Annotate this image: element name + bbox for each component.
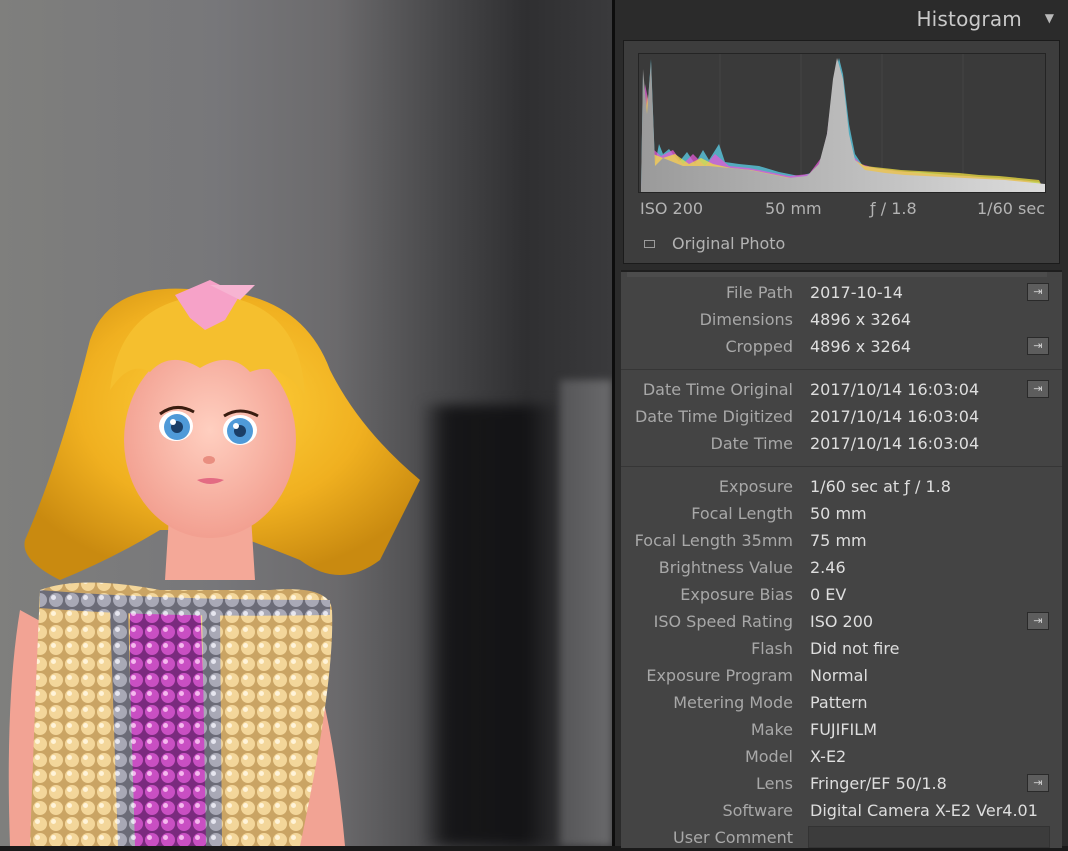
metadata-label: Focal Length: [691, 504, 793, 523]
right-panel: Histogram ▼ ISO 200 50 mm ƒ / 1.8 1/60 s…: [612, 0, 1068, 848]
metadata-label: Date Time: [710, 434, 793, 453]
arrow-right-icon[interactable]: ⇥: [1027, 774, 1049, 792]
metadata-label: Flash: [751, 639, 793, 658]
metadata-row-file-path: File Path 2017-10-14 ⇥: [621, 279, 1062, 306]
metadata-label: Exposure Program: [646, 666, 793, 685]
metadata-label: Model: [744, 747, 793, 766]
metadata-value: FUJIFILM: [810, 720, 877, 739]
metadata-row-cropped: Cropped 4896 x 3264 ⇥: [621, 333, 1062, 360]
metadata-value: Digital Camera X-E2 Ver4.01: [810, 801, 1038, 820]
arrow-right-icon[interactable]: ⇥: [1027, 283, 1049, 301]
metadata-value: 0 EV: [810, 585, 847, 604]
metadata-divider: [621, 369, 1062, 370]
metadata-label: Cropped: [725, 337, 794, 356]
metadata-value: 1/60 sec at ƒ / 1.8: [810, 477, 951, 496]
metadata-value: Did not fire: [810, 639, 900, 658]
metadata-label: Exposure Bias: [680, 585, 793, 604]
metadata-row-focal-length-35mm: Focal Length 35mm 75 mm: [621, 527, 1062, 554]
metadata-label: Lens: [756, 774, 793, 793]
metadata-label: Focal Length 35mm: [634, 531, 793, 550]
metadata-label: User Comment: [673, 828, 793, 847]
metadata-value: ISO 200: [810, 612, 874, 631]
metadata-row-software: Software Digital Camera X-E2 Ver4.01: [621, 797, 1062, 824]
metadata-row-model: Model X-E2: [621, 743, 1062, 770]
metadata-value: Pattern: [810, 693, 868, 712]
checkbox-icon[interactable]: [644, 240, 655, 248]
metadata-panel: File Path 2017-10-14 ⇥ Dimensions 4896 x…: [621, 270, 1062, 848]
histogram-panel: ISO 200 50 mm ƒ / 1.8 1/60 sec Original …: [623, 40, 1060, 264]
metadata-value: 4896 x 3264: [810, 310, 912, 329]
histogram-iso: ISO 200: [640, 199, 704, 218]
arrow-right-icon[interactable]: ⇥: [1027, 337, 1049, 355]
photo-preview[interactable]: [0, 0, 612, 846]
metadata-value: 2017/10/14 16:03:04: [810, 434, 980, 453]
metadata-row-make: Make FUJIFILM: [621, 716, 1062, 743]
metadata-row-exposure-bias: Exposure Bias 0 EV: [621, 581, 1062, 608]
metadata-value: 2017-10-14: [810, 283, 903, 302]
metadata-label: Metering Mode: [673, 693, 793, 712]
histogram-focal-length: 50 mm: [765, 199, 822, 218]
metadata-label: Make: [750, 720, 793, 739]
metadata-row-flash: Flash Did not fire: [621, 635, 1062, 662]
metadata-row-date-time: Date Time 2017/10/14 16:03:04: [621, 430, 1062, 457]
metadata-label: Brightness Value: [658, 558, 793, 577]
metadata-value: 50 mm: [810, 504, 867, 523]
metadata-value: X-E2: [810, 747, 847, 766]
histogram-title: Histogram: [916, 7, 1022, 31]
metadata-row-brightness-value: Brightness Value 2.46: [621, 554, 1062, 581]
metadata-label: Dimensions: [699, 310, 793, 329]
metadata-value: 2017/10/14 16:03:04: [810, 407, 980, 426]
metadata-value: Normal: [810, 666, 868, 685]
metadata-row-exposure-program: Exposure Program Normal: [621, 662, 1062, 689]
user-comment-field[interactable]: [808, 826, 1050, 848]
metadata-value: Fringer/EF 50/1.8: [810, 774, 947, 793]
metadata-value: 75 mm: [810, 531, 867, 550]
metadata-label: Date Time Digitized: [634, 407, 793, 426]
metadata-label: Exposure: [718, 477, 793, 496]
metadata-value: 4896 x 3264: [810, 337, 912, 356]
metadata-divider: [621, 466, 1062, 467]
arrow-right-icon[interactable]: ⇥: [1027, 612, 1049, 630]
original-photo-label: Original Photo: [672, 234, 786, 253]
metadata-value: 2.46: [810, 558, 846, 577]
arrow-right-icon[interactable]: ⇥: [1027, 380, 1049, 398]
metadata-row-metering-mode: Metering Mode Pattern: [621, 689, 1062, 716]
metadata-label: File Path: [725, 283, 793, 302]
metadata-label: Software: [722, 801, 793, 820]
metadata-row-dimensions: Dimensions 4896 x 3264: [621, 306, 1062, 333]
triangle-down-icon[interactable]: ▼: [1045, 11, 1054, 25]
histogram-shutter-speed: 1/60 sec: [977, 199, 1045, 218]
histogram-graph[interactable]: [638, 53, 1046, 193]
metadata-panel-cap: [627, 272, 1047, 277]
histogram-aperture: ƒ / 1.8: [870, 199, 917, 218]
metadata-row-date-time-original: Date Time Original 2017/10/14 16:03:04 ⇥: [621, 376, 1062, 403]
metadata-row-exposure: Exposure 1/60 sec at ƒ / 1.8: [621, 473, 1062, 500]
metadata-row-lens: Lens Fringer/EF 50/1.8 ⇥: [621, 770, 1062, 797]
metadata-label: Date Time Original: [642, 380, 793, 399]
histogram-header[interactable]: Histogram ▼: [615, 0, 1068, 38]
metadata-row-user-comment: User Comment: [621, 824, 1062, 851]
metadata-row-date-time-digitized: Date Time Digitized 2017/10/14 16:03:04: [621, 403, 1062, 430]
doll-photo: [8, 280, 420, 846]
metadata-row-focal-length: Focal Length 50 mm: [621, 500, 1062, 527]
metadata-row-iso-speed-rating: ISO Speed Rating ISO 200 ⇥: [621, 608, 1062, 635]
metadata-value: 2017/10/14 16:03:04: [810, 380, 980, 399]
metadata-label: ISO Speed Rating: [653, 612, 793, 631]
